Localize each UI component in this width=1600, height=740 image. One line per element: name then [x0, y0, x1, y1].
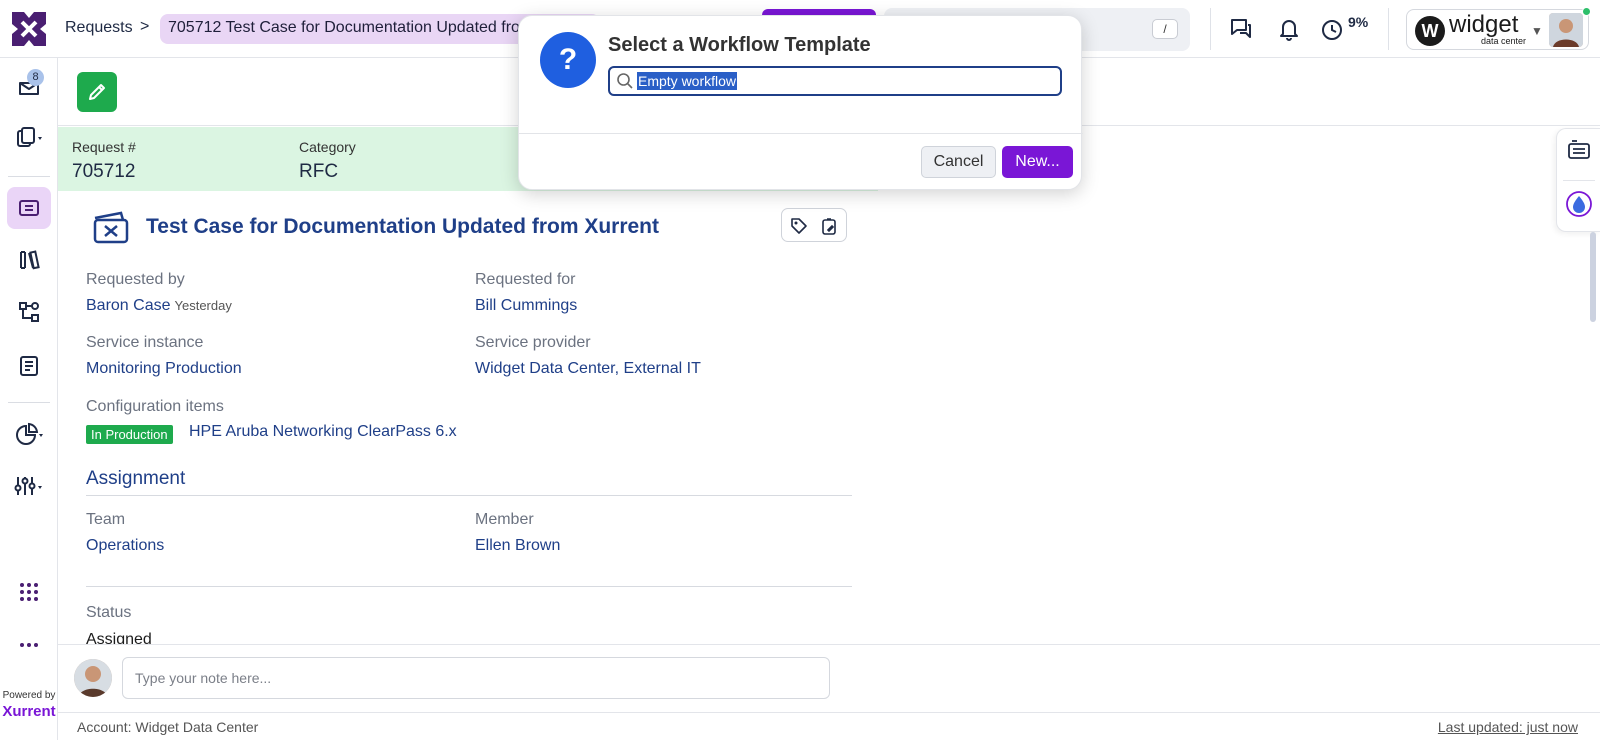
powered-by-label: Powered by: [2, 690, 56, 701]
sliders-dropdown-icon: [14, 477, 42, 495]
account-switcher[interactable]: W widget data center ▼: [1406, 7, 1591, 50]
sidebar-item-requests[interactable]: [7, 187, 51, 229]
ai-assistant-icon[interactable]: [1566, 191, 1592, 217]
sidebar-item-inbox[interactable]: 8: [7, 66, 51, 108]
assignment-section-title: Assignment: [86, 468, 186, 489]
scrollbar-thumb[interactable]: [1590, 232, 1596, 322]
service-instance-label: Service instance: [86, 334, 204, 351]
sidebar-item-knowledge[interactable]: [7, 239, 51, 281]
request-number-label: Request #: [72, 139, 136, 155]
sidebar-item-workflows[interactable]: [7, 291, 51, 333]
sidebar-item-apps[interactable]: [7, 571, 51, 613]
note-composer: [58, 644, 1600, 712]
template-search-input[interactable]: Empty workflow: [608, 66, 1062, 96]
note-author-avatar: [74, 659, 112, 697]
section-divider: [86, 586, 852, 587]
right-rail: [1556, 128, 1600, 232]
details-panel-icon[interactable]: [1567, 139, 1591, 163]
team-link[interactable]: Operations: [86, 537, 164, 555]
last-updated-link[interactable]: Last updated: just now: [1438, 719, 1578, 735]
template-search-value: Empty workflow: [637, 72, 738, 90]
widget-logo-icon: W: [1415, 16, 1445, 46]
team-label: Team: [86, 511, 126, 528]
account-brand-sub: data center: [1481, 36, 1527, 46]
account-brand: widget: [1449, 11, 1519, 38]
member-label: Member: [475, 511, 534, 528]
member-link[interactable]: Ellen Brown: [475, 537, 560, 555]
person-icon: [1549, 13, 1583, 47]
user-avatar[interactable]: [1549, 13, 1583, 47]
category-value: RFC: [299, 161, 339, 182]
dialog-divider: [519, 133, 1083, 134]
rail-divider: [1563, 180, 1595, 181]
chat-icon[interactable]: [1226, 14, 1256, 44]
timer-icon[interactable]: [1318, 14, 1348, 44]
divider: [1388, 8, 1389, 50]
category-label: Category: [299, 139, 356, 155]
search-shortcut-key: /: [1152, 19, 1178, 39]
pie-chart-dropdown-icon: [16, 422, 43, 445]
pencil-icon: [89, 84, 105, 100]
record-title: Test Case for Documentation Updated from…: [146, 215, 660, 238]
sidebar-item-settings[interactable]: [7, 465, 51, 507]
configuration-item-link[interactable]: HPE Aruba Networking ClearPass 6.x: [189, 423, 457, 441]
tag-icon[interactable]: [789, 216, 809, 236]
sidebar-item-more[interactable]: [7, 624, 51, 666]
note-input[interactable]: [122, 657, 830, 699]
left-sidebar: 8 Powered by Xurrent: [0, 58, 58, 740]
sidebar-divider: [8, 402, 50, 403]
edit-button[interactable]: [77, 72, 117, 112]
status-label: Status: [86, 604, 132, 621]
library-icon: [20, 250, 40, 270]
breadcrumb-requests[interactable]: Requests: [65, 19, 133, 37]
sidebar-item-tasks[interactable]: [7, 345, 51, 387]
breadcrumb-separator: >: [140, 18, 150, 35]
ci-status-badge: In Production: [86, 425, 173, 444]
workflow-template-dialog: ? Select a Workflow Template Empty workf…: [518, 15, 1083, 190]
section-divider: [86, 495, 852, 496]
cancel-button[interactable]: Cancel: [921, 146, 996, 178]
requested-by-link[interactable]: Baron Case: [86, 297, 171, 314]
time-percentage: 9%: [1348, 14, 1369, 30]
xurrent-logo-icon[interactable]: [10, 10, 48, 48]
footer: Account: Widget Data Center Last updated…: [58, 712, 1600, 740]
sidebar-item-analytics[interactable]: [7, 413, 51, 455]
clipboard-edit-icon[interactable]: [819, 216, 839, 236]
title-actions-group: [781, 208, 847, 242]
inbox-count-badge: 8: [27, 69, 44, 86]
service-provider-label: Service provider: [475, 334, 591, 351]
divider: [1210, 8, 1211, 50]
service-instance-link[interactable]: Monitoring Production: [86, 360, 242, 378]
sidebar-item-records[interactable]: [7, 118, 51, 160]
new-button[interactable]: New...: [1002, 146, 1073, 178]
requested-by-label: Requested by: [86, 271, 185, 288]
search-icon: [617, 73, 633, 89]
workflow-icon: [19, 302, 39, 322]
service-provider-link[interactable]: Widget Data Center, External IT: [475, 360, 701, 378]
grid-dots-icon: [20, 583, 38, 601]
chevron-down-icon: ▼: [1531, 24, 1543, 38]
account-label: Account: Widget Data Center: [77, 719, 259, 735]
powered-by-brand[interactable]: Xurrent: [0, 703, 58, 720]
requested-for-link[interactable]: Bill Cummings: [475, 297, 577, 315]
requested-when: Yesterday: [174, 298, 232, 313]
online-status-dot: [1582, 7, 1591, 16]
bell-icon[interactable]: [1274, 14, 1304, 44]
dialog-title: Select a Workflow Template: [608, 34, 871, 56]
request-ticket-icon: [93, 211, 129, 244]
list-icon: [20, 356, 38, 376]
configuration-items-label: Configuration items: [86, 398, 224, 415]
request-number-value: 705712: [72, 161, 136, 182]
copy-dropdown-icon: [17, 127, 42, 147]
person-icon: [74, 659, 112, 697]
ticket-icon: [19, 200, 39, 216]
sidebar-divider: [8, 176, 50, 177]
requested-by-value: Baron Case Yesterday: [86, 297, 232, 315]
requested-for-label: Requested for: [475, 271, 576, 288]
question-icon: ?: [540, 32, 596, 88]
more-icon: [20, 643, 38, 647]
